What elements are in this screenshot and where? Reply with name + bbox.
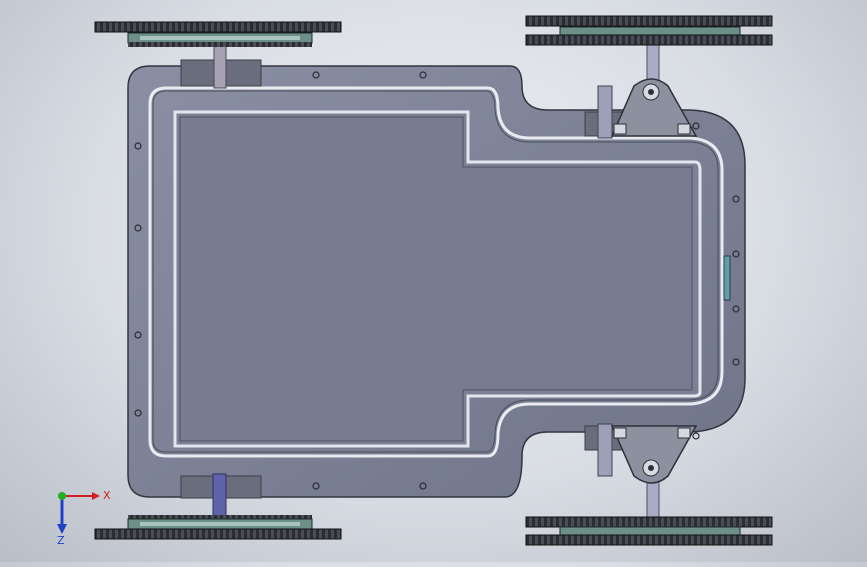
wheel-front-left[interactable] [94,21,342,47]
y-axis-dot [58,492,66,500]
wheel-front-right[interactable] [94,515,342,540]
model-canvas[interactable]: X Z [0,0,867,562]
gear-hub-inner [140,36,300,40]
gear-hub-inner [140,522,300,526]
gear-teeth [525,516,773,528]
wheel-rear-right[interactable] [525,516,773,546]
bracket-bottom-bolt-left [613,427,627,439]
gear-teeth [94,528,342,540]
bracket-bottom-bolt-right [677,427,691,439]
x-arrowhead-icon [92,492,100,500]
gear-teeth-inner [128,42,312,47]
rear-link-top [597,85,613,139]
gear-hub [559,26,741,36]
gear-teeth [525,534,773,546]
wheel-rear-left[interactable] [525,15,773,46]
front-shaft-bottom[interactable] [212,473,227,521]
gear-teeth [525,15,773,27]
side-connector[interactable] [723,255,731,301]
bracket-top-bolt-right [677,123,691,135]
bracket-top-bolt-left [613,123,627,135]
z-axis-label: Z [57,534,65,547]
front-shaft-top[interactable] [213,43,227,89]
gear-teeth [94,21,342,33]
cad-viewport[interactable]: X Z [0,0,867,562]
bolt-hole [692,432,700,440]
rear-link-bottom [597,423,613,477]
bracket-bottom-pin [648,465,654,471]
z-arrowhead-icon [57,524,67,534]
gear-teeth [525,34,773,46]
gear-hub [559,526,741,536]
bracket-top-pin [648,89,654,95]
x-axis-label: X [103,489,111,502]
